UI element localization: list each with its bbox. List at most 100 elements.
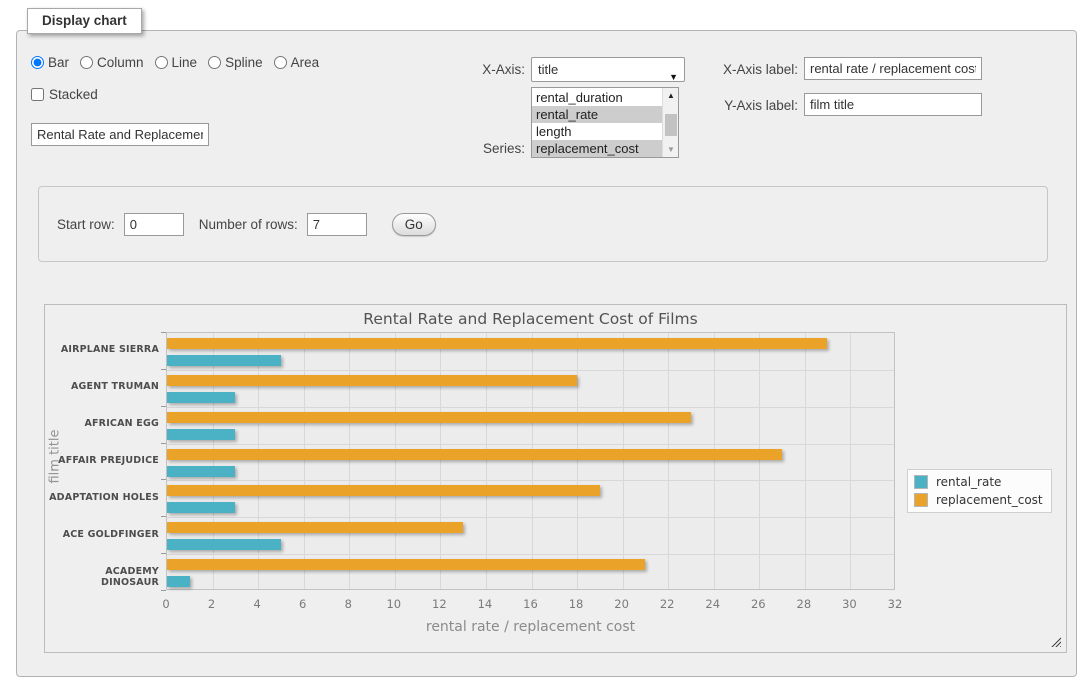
- start-row-input[interactable]: [124, 213, 184, 236]
- area-radio[interactable]: [274, 56, 287, 69]
- bar-replacement_cost: [167, 559, 645, 570]
- x-axis-caption: X-Axis:: [415, 62, 525, 77]
- gridline-horizontal: [167, 480, 894, 481]
- chart-title-input[interactable]: [31, 123, 209, 146]
- resize-grip-icon[interactable]: [1050, 636, 1061, 647]
- bar-rental_rate: [167, 355, 281, 366]
- gridline-horizontal: [167, 554, 894, 555]
- gridline-horizontal: [167, 444, 894, 445]
- num-rows-input[interactable]: [307, 213, 367, 236]
- num-rows-caption: Number of rows:: [199, 217, 298, 232]
- radio-item-bar[interactable]: Bar: [31, 55, 69, 70]
- radio-item-area[interactable]: Area: [274, 55, 320, 70]
- y-tick-mark: [161, 516, 166, 517]
- legend-item: replacement_cost: [914, 493, 1043, 507]
- series-option-rental-duration[interactable]: rental_duration: [532, 89, 662, 106]
- series-option-length[interactable]: length: [532, 123, 662, 140]
- gridline-horizontal: [167, 407, 894, 408]
- radio-item-spline[interactable]: Spline: [208, 55, 263, 70]
- scrollbar-thumb[interactable]: [665, 114, 677, 136]
- x-tick-label: 22: [652, 597, 682, 611]
- gridline-vertical: [805, 333, 806, 589]
- column-radio[interactable]: [80, 56, 93, 69]
- bar-replacement_cost: [167, 338, 827, 349]
- y-tick-mark: [161, 443, 166, 444]
- go-button[interactable]: Go: [392, 213, 436, 236]
- category-label: AFFAIR PREJUDICE: [47, 455, 159, 466]
- x-tick-label: 28: [789, 597, 819, 611]
- category-label: ADAPTATION HOLES: [47, 492, 159, 503]
- category-label: AGENT TRUMAN: [47, 381, 159, 392]
- x-tick-label: 0: [151, 597, 181, 611]
- series-option-rental-rate[interactable]: rental_rate: [532, 106, 662, 123]
- legend-label: rental_rate: [936, 475, 1001, 489]
- x-tick-label: 2: [197, 597, 227, 611]
- x-tick-label: 10: [379, 597, 409, 611]
- chart-type-radio-group: Bar Column Line Spline Area: [31, 55, 319, 70]
- x-axis-label-caption: X-Axis label:: [667, 62, 798, 77]
- bar-rental_rate: [167, 576, 190, 587]
- gridline-vertical: [304, 333, 305, 589]
- stacked-label: Stacked: [49, 87, 98, 102]
- gridline-horizontal: [167, 517, 894, 518]
- start-row-caption: Start row:: [57, 217, 115, 232]
- x-tick-label: 20: [607, 597, 637, 611]
- gridline-vertical: [440, 333, 441, 589]
- x-axis-label-input[interactable]: [804, 57, 982, 80]
- bar-radio[interactable]: [31, 56, 44, 69]
- chart-container: Rental Rate and Replacement Cost of Film…: [44, 304, 1067, 653]
- column-radio-label: Column: [97, 55, 144, 70]
- gridline-vertical: [213, 333, 214, 589]
- bar-replacement_cost: [167, 412, 691, 423]
- row-range-box: Start row: Number of rows: Go: [38, 186, 1048, 262]
- bar-rental_rate: [167, 539, 281, 550]
- x-tick-label: 16: [516, 597, 546, 611]
- bar-replacement_cost: [167, 485, 600, 496]
- radio-item-column[interactable]: Column: [80, 55, 144, 70]
- bar-replacement_cost: [167, 522, 463, 533]
- y-tick-mark: [161, 553, 166, 554]
- line-radio[interactable]: [155, 56, 168, 69]
- x-tick-label: 32: [880, 597, 910, 611]
- x-tick-label: 30: [834, 597, 864, 611]
- x-axis-select[interactable]: title ▼: [531, 57, 685, 82]
- display-chart-panel: Bar Column Line Spline Area Stacked X-Ax…: [16, 30, 1077, 677]
- area-radio-label: Area: [291, 55, 320, 70]
- y-axis-label-input[interactable]: [804, 93, 982, 116]
- line-radio-label: Line: [172, 55, 198, 70]
- y-axis-label-caption: Y-Axis label:: [667, 98, 798, 113]
- legend-label: replacement_cost: [936, 493, 1043, 507]
- gridline-vertical: [714, 333, 715, 589]
- bar-rental_rate: [167, 502, 235, 513]
- spline-radio[interactable]: [208, 56, 221, 69]
- replacement_cost-swatch: [914, 493, 928, 507]
- x-tick-label: 6: [288, 597, 318, 611]
- bar-rental_rate: [167, 392, 235, 403]
- bar-rental_rate: [167, 466, 235, 477]
- rental_rate-swatch: [914, 475, 928, 489]
- y-tick-mark: [161, 332, 166, 333]
- gridline-horizontal: [167, 370, 894, 371]
- x-tick-label: 24: [698, 597, 728, 611]
- radio-item-line[interactable]: Line: [155, 55, 198, 70]
- panel-legend: Display chart: [27, 8, 142, 34]
- x-tick-label: 14: [470, 597, 500, 611]
- category-label: AIRPLANE SIERRA: [47, 344, 159, 355]
- gridline-vertical: [623, 333, 624, 589]
- category-label: ACE GOLDFINGER: [47, 529, 159, 540]
- x-tick-label: 12: [424, 597, 454, 611]
- x-tick-label: 4: [242, 597, 272, 611]
- x-tick-label: 8: [333, 597, 363, 611]
- bar-radio-label: Bar: [48, 55, 69, 70]
- gridline-vertical: [349, 333, 350, 589]
- series-listbox[interactable]: rental_duration rental_rate length repla…: [531, 87, 679, 158]
- stacked-checkbox[interactable]: [31, 88, 44, 101]
- y-tick-mark: [161, 369, 166, 370]
- chart-title: Rental Rate and Replacement Cost of Film…: [166, 310, 895, 328]
- stacked-row[interactable]: Stacked: [31, 87, 98, 102]
- gridline-vertical: [759, 333, 760, 589]
- category-label: ACADEMY DINOSAUR: [47, 566, 159, 588]
- series-option-replacement-cost[interactable]: replacement_cost: [532, 140, 662, 157]
- gridline-vertical: [668, 333, 669, 589]
- scroll-down-icon[interactable]: ▼: [663, 142, 679, 157]
